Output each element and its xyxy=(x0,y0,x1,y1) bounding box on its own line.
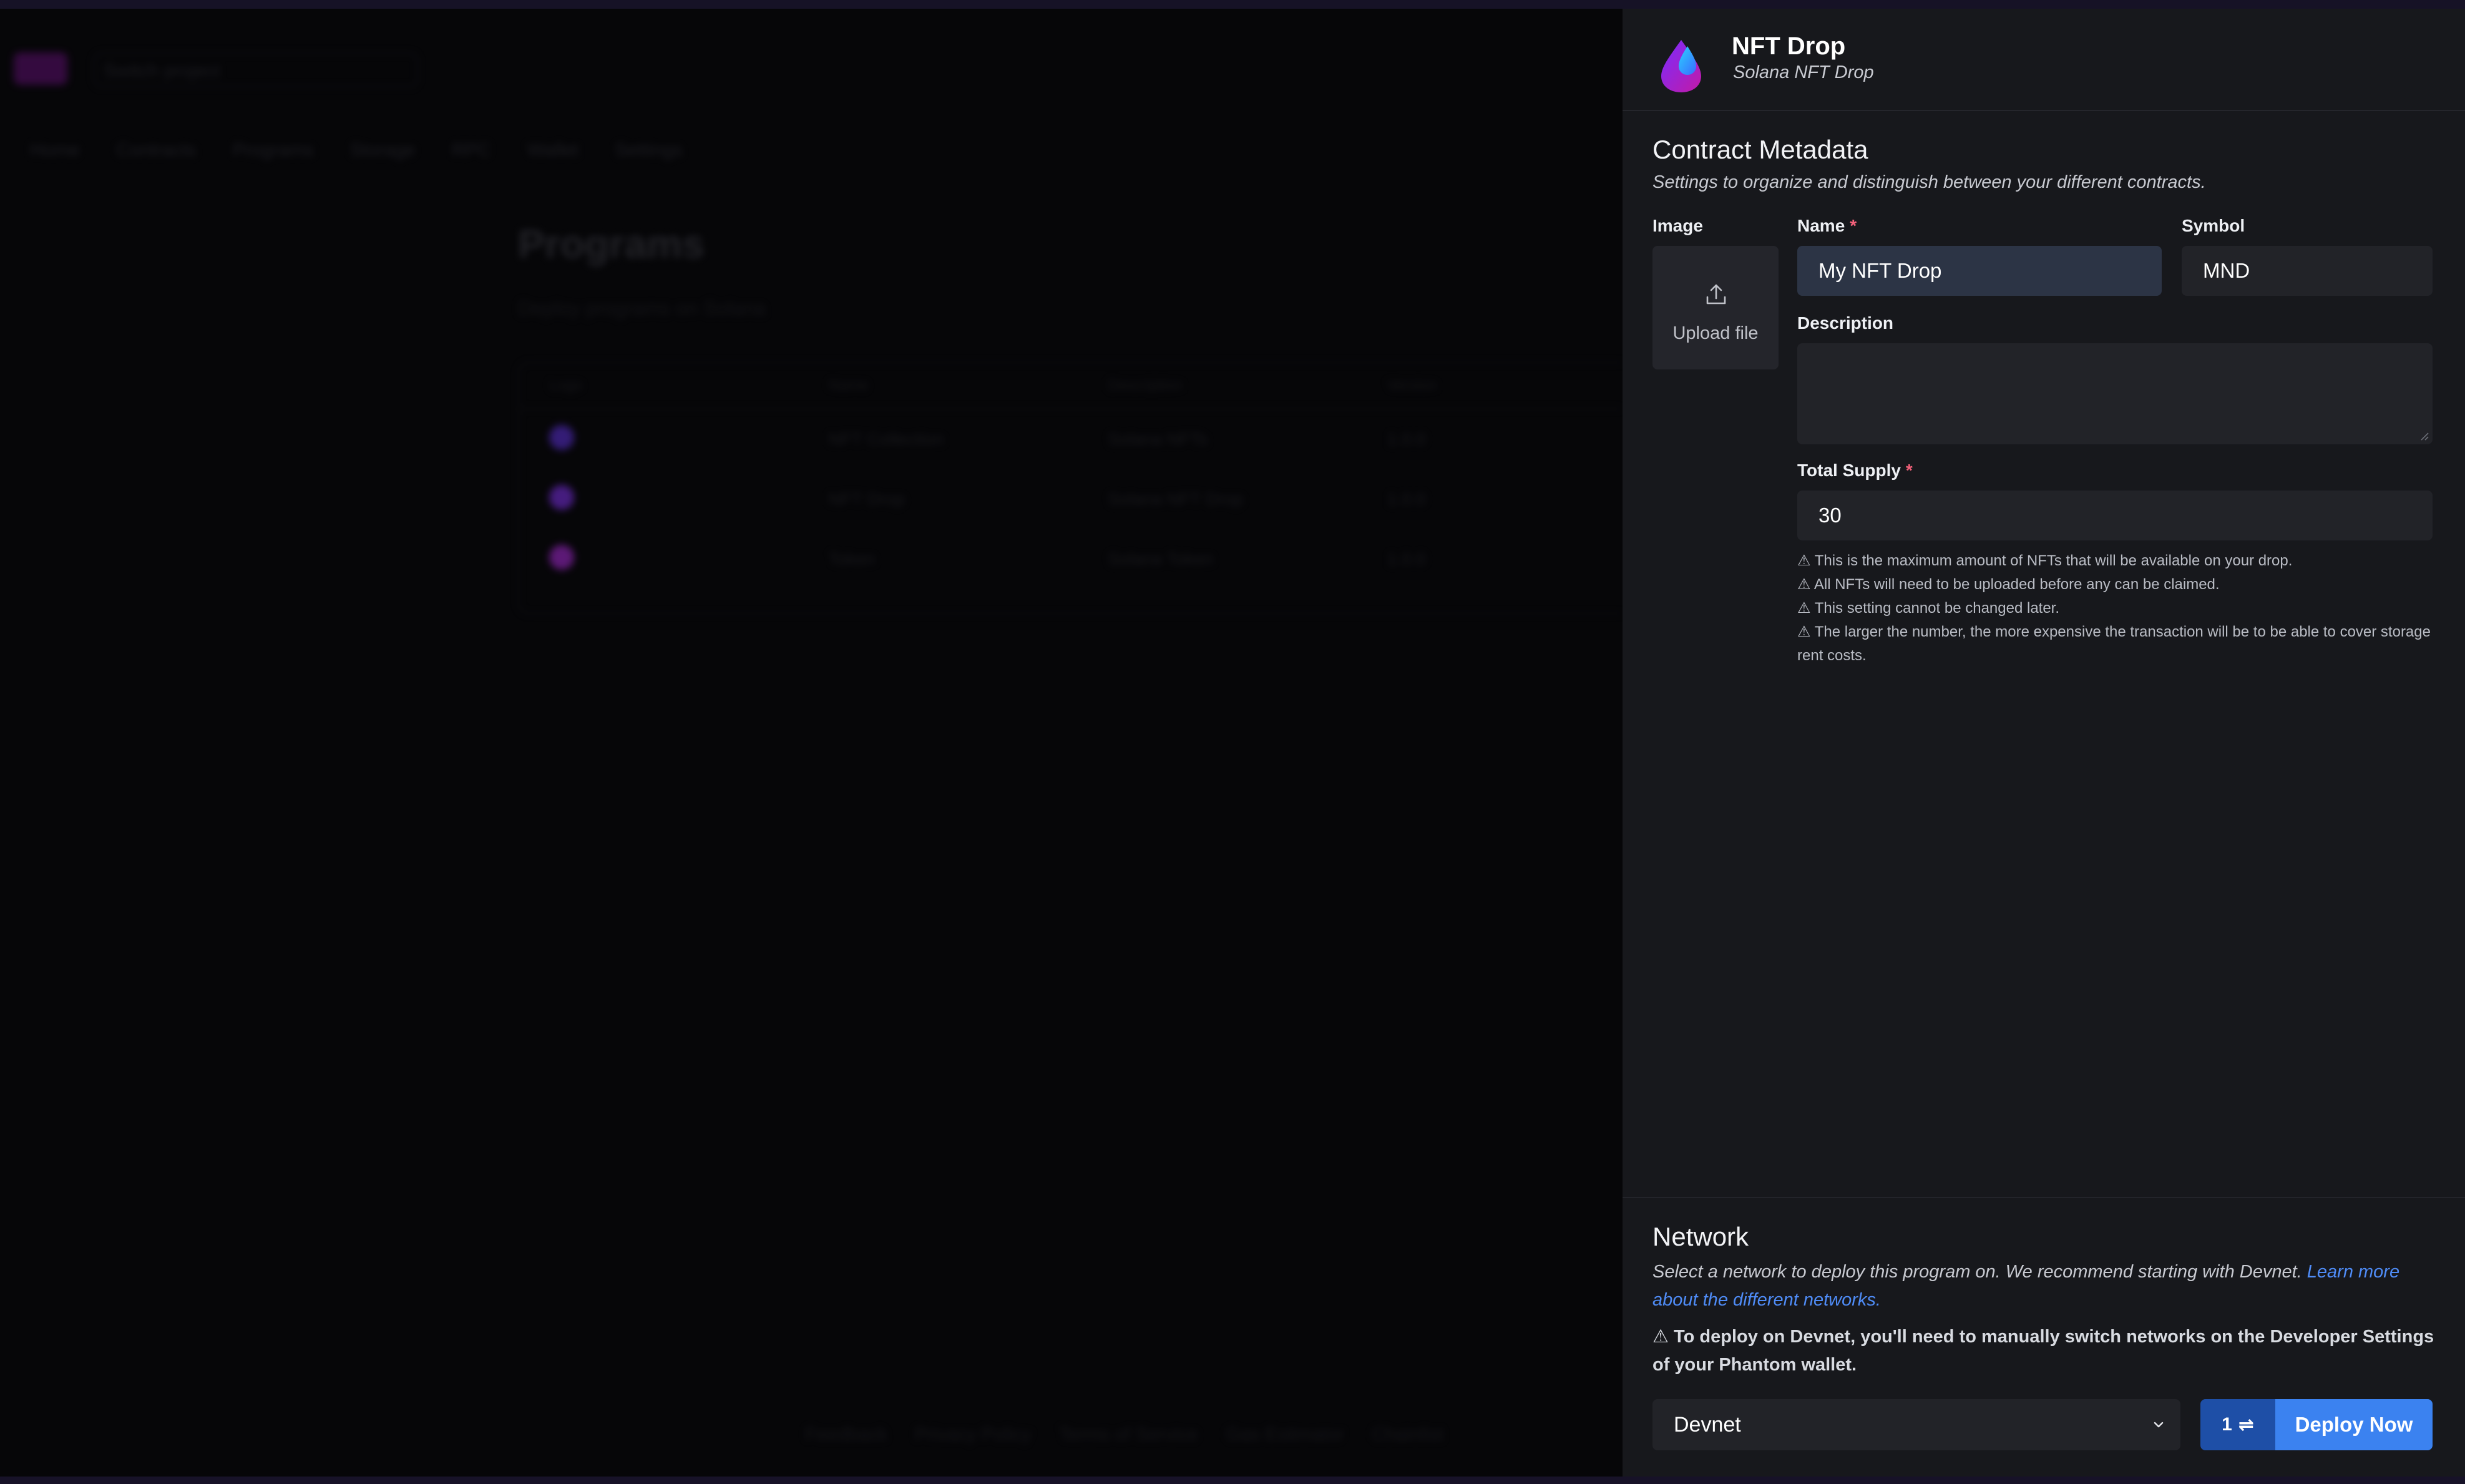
table-cell: Solana Token xyxy=(1108,549,1214,569)
table-header: Logo Name Description Version xyxy=(519,363,1623,409)
warning-line: ⚠ This is the maximum amount of NFTs tha… xyxy=(1797,552,2293,569)
footer-link: Privacy Policy xyxy=(914,1424,1032,1445)
description-label: Description xyxy=(1797,313,1894,333)
description-textarea[interactable] xyxy=(1797,343,2433,444)
bottom-border xyxy=(0,1477,2465,1484)
devnet-notice: ⚠ To deploy on Devnet, you'll need to ma… xyxy=(1652,1327,2434,1375)
programs-table: Logo Name Description Version NFT Collec… xyxy=(518,362,1623,614)
background-app: Switch project Home Contracts Programs S… xyxy=(0,9,1623,1477)
nav-item: RPC xyxy=(451,140,491,160)
network-select[interactable]: Devnet xyxy=(1652,1399,2180,1450)
nav-item: Contracts xyxy=(116,140,197,160)
program-logo xyxy=(549,544,574,570)
supply-warnings: ⚠ This is the maximum amount of NFTs tha… xyxy=(1797,549,2440,668)
symbol-input[interactable]: MND xyxy=(2182,246,2433,296)
table-header-cell: Name xyxy=(828,377,869,394)
footer-link: Terms of Service xyxy=(1058,1424,1198,1445)
table-cell: 1.0.0 xyxy=(1387,489,1426,509)
upload-icon xyxy=(1706,284,1726,305)
deploy-now-label: Deploy Now xyxy=(2295,1413,2413,1436)
table-cell: 1.0.0 xyxy=(1387,429,1426,449)
app-logo xyxy=(14,52,67,85)
name-label: Name * xyxy=(1797,216,1857,236)
program-logo xyxy=(549,424,574,450)
drawer-subtitle: Solana NFT Drop xyxy=(1733,62,1874,82)
name-label-text: Name xyxy=(1797,216,1845,235)
table-header-cell: Description xyxy=(1108,377,1183,394)
total-supply-value: 30 xyxy=(1818,504,1842,527)
warning-line: ⚠ All NFTs will need to be uploaded befo… xyxy=(1797,576,2220,593)
warning-line: ⚠ This setting cannot be changed later. xyxy=(1797,600,2060,617)
table-cell: NFT Drop xyxy=(828,489,905,509)
table-cell: Solana NFTs xyxy=(1108,429,1208,449)
name-input-value: My NFT Drop xyxy=(1818,259,1942,282)
deploy-drawer: NFT Drop Solana NFT Drop Contract Metada… xyxy=(1623,9,2465,1477)
footer-link: Chainlist xyxy=(1371,1424,1443,1445)
metadata-section-title: Contract Metadata xyxy=(1652,135,1868,164)
nft-drop-logo-icon xyxy=(1661,40,1701,92)
chevron-down-icon xyxy=(2154,1422,2164,1428)
image-label: Image xyxy=(1652,216,1703,235)
deploy-count: 1 xyxy=(2222,1414,2232,1435)
upload-file-button[interactable]: Upload file xyxy=(1652,246,1779,369)
required-mark: * xyxy=(1850,216,1857,235)
table-row: Token Solana Token 1.0.0 xyxy=(519,529,1623,589)
nav-item: Settings xyxy=(615,140,683,160)
network-select-value: Devnet xyxy=(1674,1412,1741,1437)
table-cell: NFT Collection xyxy=(828,429,944,449)
table-row: NFT Drop Solana NFT Drop 1.0.0 xyxy=(519,469,1623,529)
top-border xyxy=(0,0,2465,9)
footer-link: Feedback xyxy=(805,1424,887,1445)
footer-link: Gas Estimator xyxy=(1225,1424,1344,1445)
nav-item: Wallet xyxy=(527,140,579,160)
name-input[interactable]: My NFT Drop xyxy=(1797,246,2162,296)
table-header-cell: Logo xyxy=(549,377,583,394)
metadata-section-description: Settings to organize and distinguish bet… xyxy=(1652,172,2206,192)
footer-links: Feedback Privacy Policy Terms of Service… xyxy=(805,1424,1443,1445)
required-mark: * xyxy=(1905,461,1913,480)
deploy-count-badge[interactable]: 1 ⇌ xyxy=(2200,1399,2275,1450)
page-subtitle: Deploy programs on Solana xyxy=(518,297,766,320)
nav-item: Programs xyxy=(232,140,314,160)
table-header-cell: Version xyxy=(1387,377,1437,394)
network-description-text: Select a network to deploy this program … xyxy=(1652,1262,2302,1282)
warning-line: ⚠ The larger the number, the more expens… xyxy=(1797,623,2431,664)
nav-item: Storage xyxy=(349,140,416,160)
table-cell: 1.0.0 xyxy=(1387,549,1426,569)
symbol-input-value: MND xyxy=(2203,259,2250,282)
nav-item: Home xyxy=(30,140,81,160)
drawer-header: NFT Drop Solana NFT Drop xyxy=(1623,9,2465,111)
drawer-title: NFT Drop xyxy=(1732,32,1846,60)
table-cell: Token xyxy=(828,549,876,569)
network-section-description: Select a network to deploy this program … xyxy=(1652,1258,2439,1314)
symbol-label: Symbol xyxy=(2182,216,2245,235)
page-title: Programs xyxy=(518,222,705,266)
main-nav: Home Contracts Programs Storage RPC Wall… xyxy=(30,140,683,161)
project-switcher: Switch project xyxy=(94,52,418,87)
deploy-now-button[interactable]: Deploy Now xyxy=(2275,1399,2433,1450)
resize-handle-icon[interactable] xyxy=(2419,431,2429,441)
table-cell: Solana NFT Drop xyxy=(1108,489,1244,509)
network-divider xyxy=(1623,1197,2465,1198)
supply-label-text: Total Supply xyxy=(1797,461,1901,480)
network-section-title: Network xyxy=(1652,1222,1749,1251)
table-row: NFT Collection Solana NFTs 1.0.0 xyxy=(519,409,1623,469)
swap-arrows-icon: ⇌ xyxy=(2238,1414,2254,1435)
total-supply-input[interactable]: 30 xyxy=(1797,491,2433,540)
supply-label: Total Supply * xyxy=(1797,461,1913,481)
upload-label: Upload file xyxy=(1672,323,1759,343)
program-logo xyxy=(549,484,574,510)
